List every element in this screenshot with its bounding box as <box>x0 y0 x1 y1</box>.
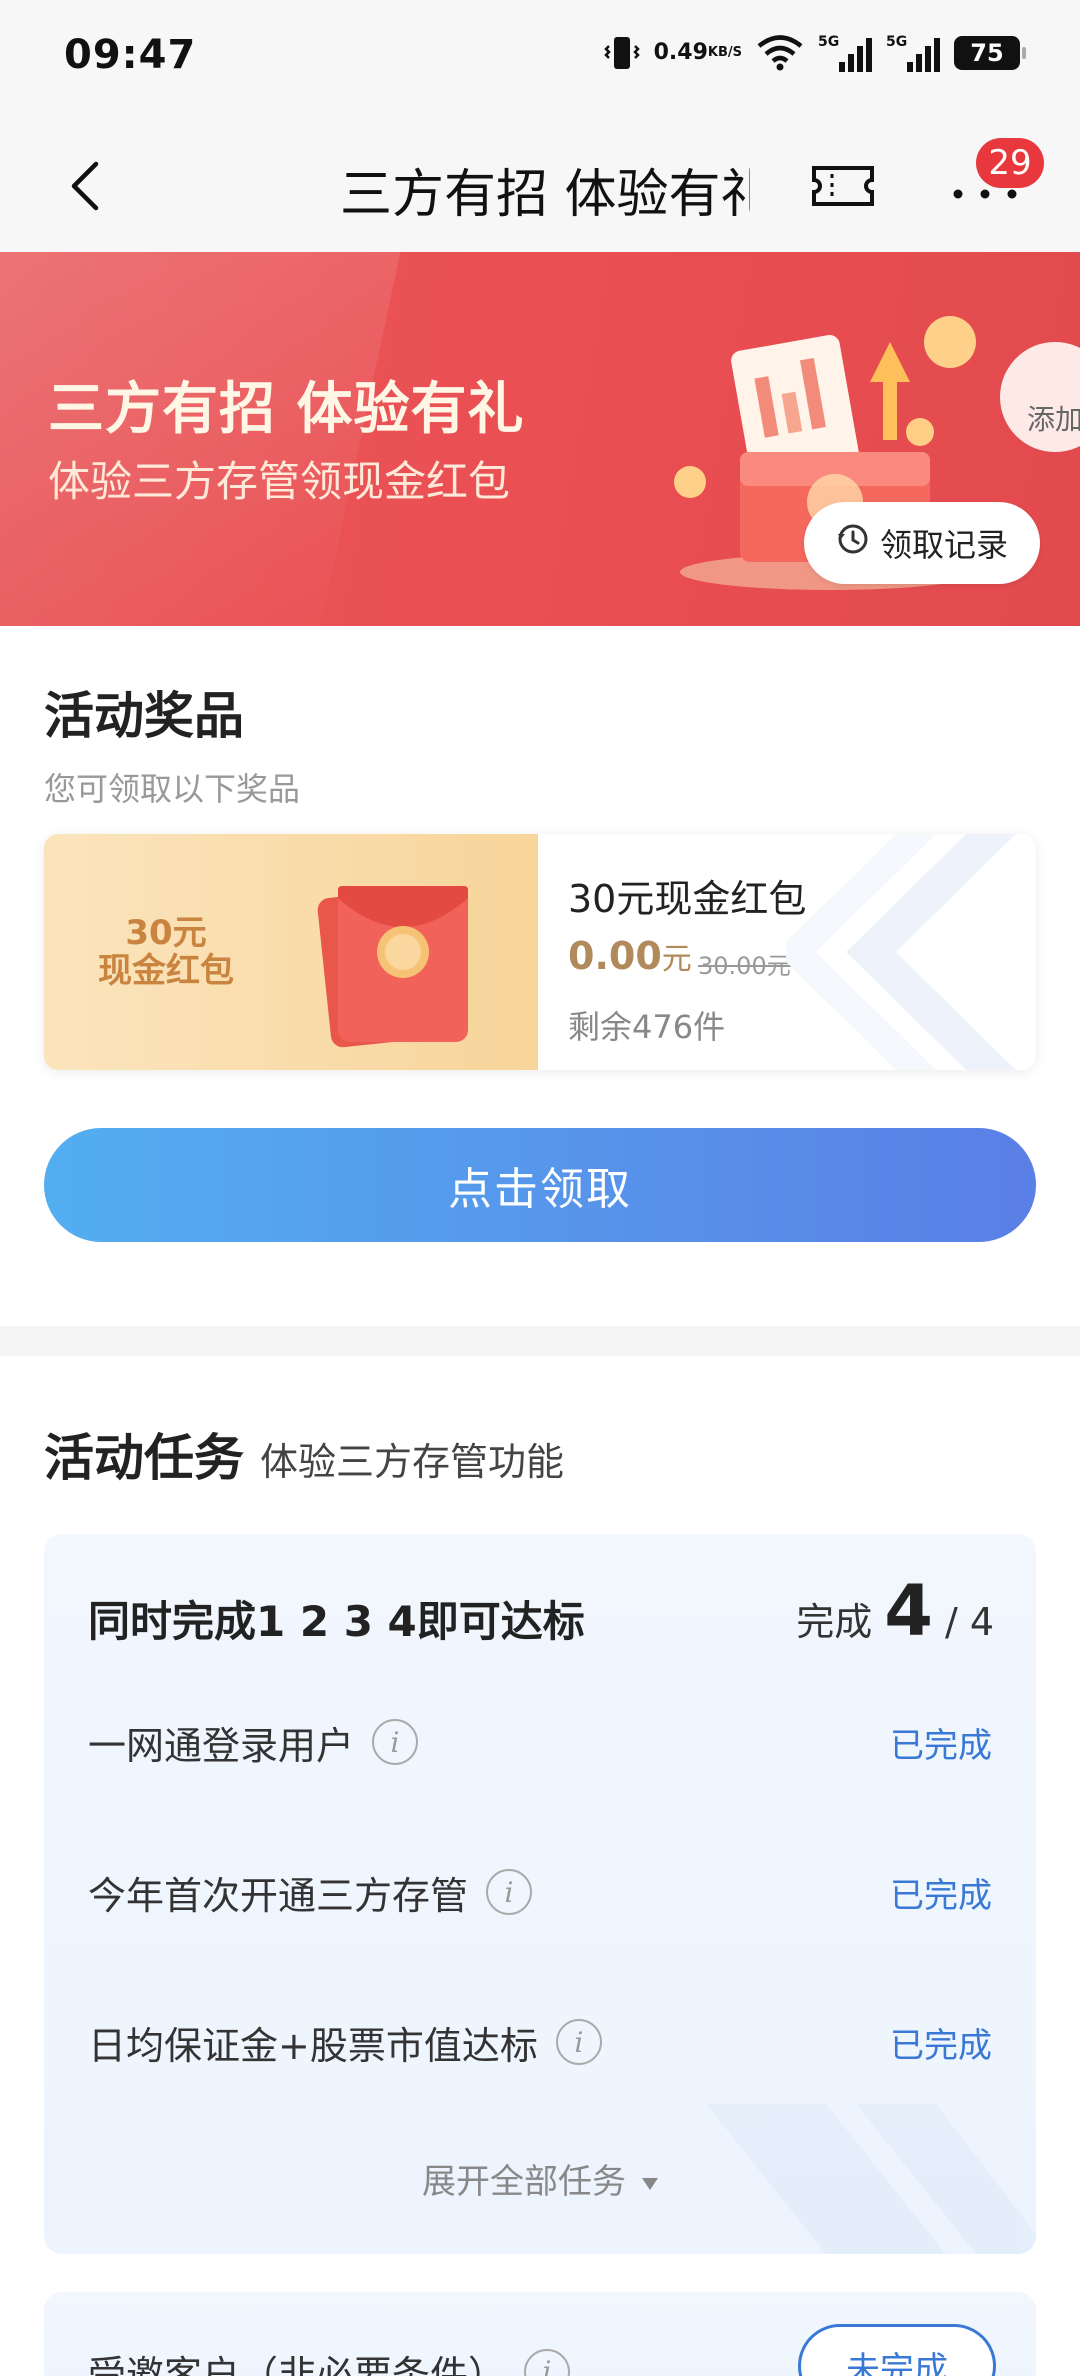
task-name: 日均保证金+股票市值达标 <box>88 2023 538 2068</box>
prize-section: 活动奖品 您可领取以下奖品 30元 现金红包 30元现金红包 0.00元 30.… <box>0 626 1080 1326</box>
extra-task-card: 受邀客户（非必要条件） i 未完成 <box>44 2292 1036 2376</box>
signal-icon-sim1: 5G <box>818 34 872 72</box>
network-speed: 0.49 KB/S <box>653 40 742 65</box>
task-name: 一网通登录用户 <box>88 1723 355 1768</box>
caret-down-icon <box>642 2177 658 2190</box>
wifi-icon <box>756 35 804 71</box>
info-icon[interactable]: i <box>486 1869 533 1915</box>
prize-image: 30元 现金红包 <box>44 834 538 1070</box>
prize-section-subtitle: 您可领取以下奖品 <box>44 770 301 808</box>
task-row: 今年首次开通三方存管 i 已完成 <box>88 1862 992 1922</box>
task-row: 受邀客户（非必要条件） i <box>88 2344 571 2376</box>
task-progress: 完成 4 / 4 <box>796 1570 994 1652</box>
task-row: 一网通登录用户 i 已完成 <box>88 1712 992 1772</box>
prize-stock: 剩余476件 <box>568 1008 726 1046</box>
info-icon[interactable]: i <box>555 2019 602 2065</box>
task-status: 已完成 <box>890 2025 992 2066</box>
back-icon[interactable] <box>62 158 112 214</box>
task-name: 今年首次开通三方存管 <box>88 1873 469 1918</box>
prize-price: 0.00元 <box>568 934 692 978</box>
promo-banner: 三方有招 体验有礼 体验三方存管领现金红包 添加 领取记录 <box>0 252 1080 626</box>
task-card: 同时完成1 2 3 4即可达标 完成 4 / 4 一网通登录用户 i 已完成 今… <box>44 1534 1036 2254</box>
claim-button[interactable]: 点击领取 <box>44 1128 1036 1242</box>
task-name: 受邀客户（非必要条件） <box>88 2353 507 2376</box>
add-favorite-button[interactable]: 添加 <box>1000 342 1080 452</box>
prize-section-title: 活动奖品 <box>44 687 244 745</box>
history-icon <box>836 522 870 564</box>
claim-record-button[interactable]: 领取记录 <box>804 502 1040 584</box>
status-icons: 0.49 KB/S 5G 5G 75 <box>603 34 1026 72</box>
prize-original-price: 30.00元 <box>698 952 791 980</box>
banner-subtitle: 体验三方存管领现金红包 <box>48 457 511 506</box>
battery-icon: 75 <box>954 36 1026 70</box>
prize-card[interactable]: 30元 现金红包 30元现金红包 0.00元 30.00元 剩余476件 <box>44 834 1036 1070</box>
task-card-heading: 同时完成1 2 3 4即可达标 <box>88 1597 585 1646</box>
ticket-icon[interactable] <box>810 162 876 210</box>
task-section-header: 活动任务 体验三方存管功能 <box>44 1418 564 1490</box>
status-bar: 09:47 0.49 KB/S 5G 5G 75 <box>0 0 1080 118</box>
top-nav-bar: 三方有招 体验有礼 29 <box>0 118 1080 252</box>
banner-title: 三方有招 体验有礼 <box>48 377 525 442</box>
red-envelope-icon <box>314 876 474 1048</box>
prize-image-caption: 30元 现金红包 <box>98 913 234 991</box>
info-icon[interactable]: i <box>524 2348 571 2376</box>
status-time: 09:47 <box>64 32 197 78</box>
task-status: 已完成 <box>890 1875 992 1916</box>
signal-icon-sim2: 5G <box>886 34 940 72</box>
info-icon[interactable]: i <box>372 1719 419 1765</box>
page-title: 三方有招 体验有礼 <box>340 165 750 225</box>
task-section-subtitle: 体验三方存管功能 <box>260 1440 565 1484</box>
vibrate-icon <box>603 34 640 72</box>
task-section-title: 活动任务 <box>44 1429 244 1487</box>
notification-badge: 29 <box>976 138 1044 188</box>
chevron-decoration <box>776 834 1016 1070</box>
task-row: 日均保证金+股票市值达标 i 已完成 <box>88 2012 992 2072</box>
task-incomplete-button[interactable]: 未完成 <box>798 2324 996 2376</box>
expand-all-tasks[interactable]: 展开全部任务 <box>44 2154 1036 2203</box>
prize-name: 30元现金红包 <box>568 877 807 921</box>
task-status: 已完成 <box>890 1725 992 1766</box>
task-section: 活动任务 体验三方存管功能 同时完成1 2 3 4即可达标 完成 4 / 4 一… <box>0 1356 1080 2376</box>
